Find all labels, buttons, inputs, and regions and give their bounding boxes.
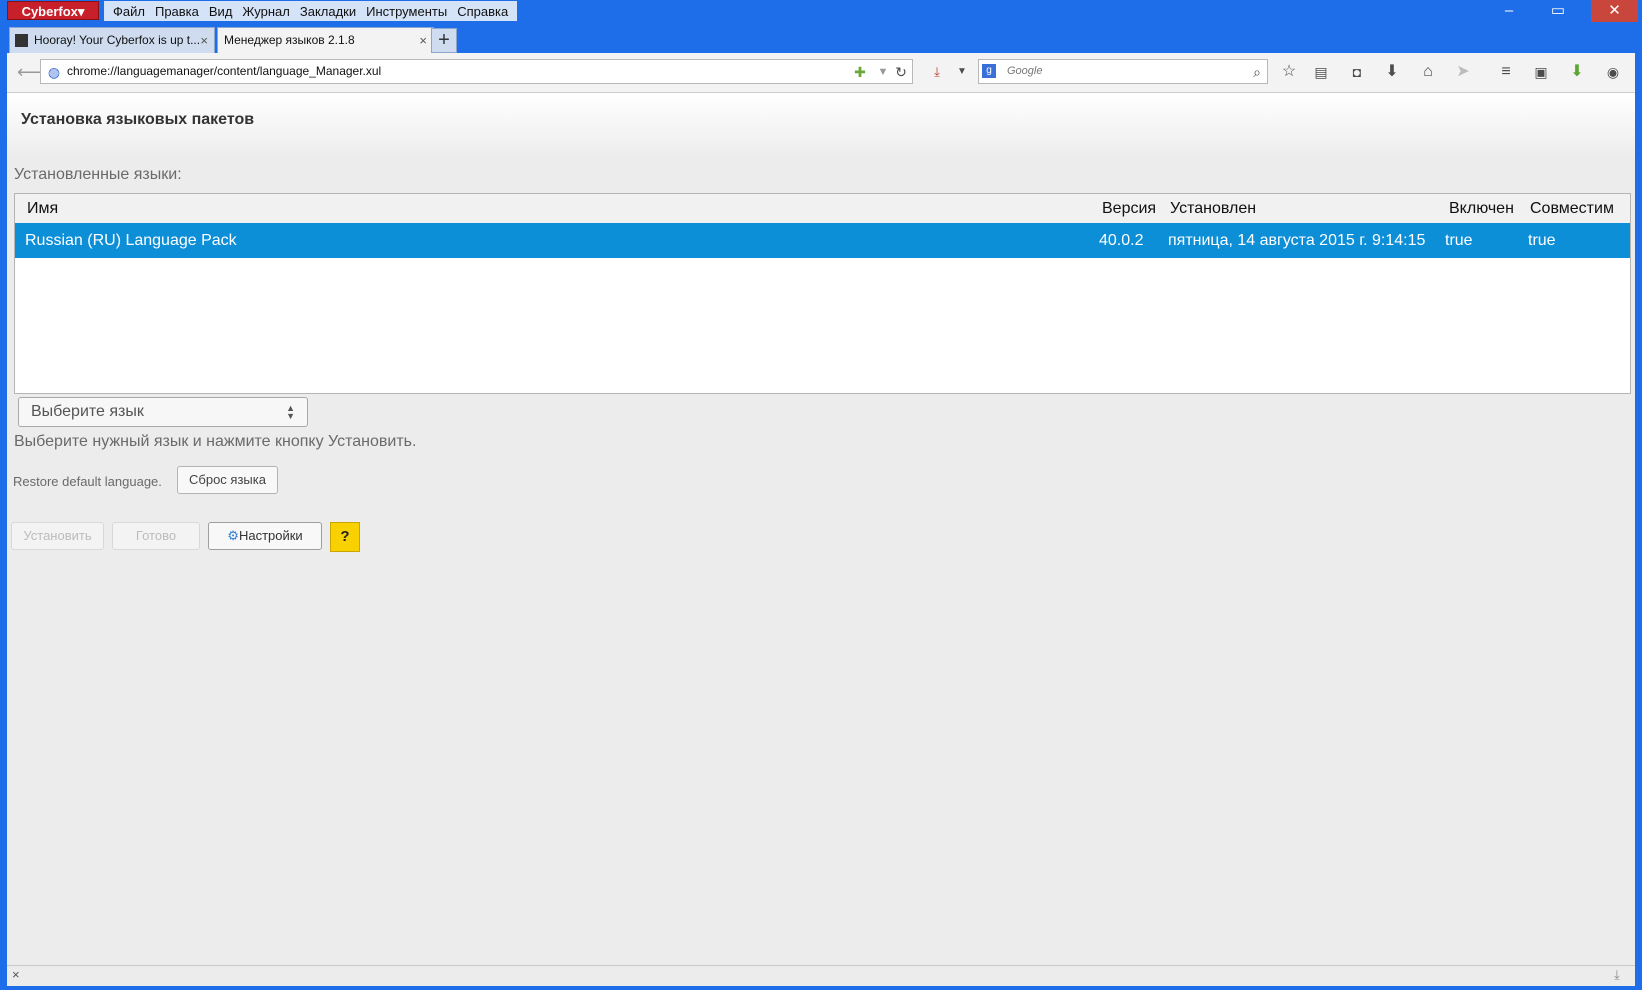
done-button[interactable]: Готово [112, 522, 200, 550]
page-title: Установка языковых пакетов [21, 111, 255, 128]
reset-language-button[interactable]: Сброс языка [177, 466, 278, 494]
back-icon[interactable]: ⟵ [17, 63, 43, 81]
share-icon[interactable]: ➤ [1454, 63, 1472, 81]
column-version[interactable]: Версия [1102, 194, 1156, 223]
tab-language-manager[interactable]: Менеджер языков 2.1.8 × [217, 27, 434, 53]
gear-icon: ⚙ [227, 528, 239, 543]
menu-bar: Файл Правка Вид Журнал Закладки Инструме… [104, 1, 518, 21]
column-enabled[interactable]: Включен [1449, 194, 1514, 223]
site-favicon-icon [15, 34, 28, 47]
settings-label: Настройки [238, 528, 303, 543]
cell-compatible: true [1528, 232, 1556, 249]
select-arrows-icon: ▲ ▼ [286, 403, 295, 421]
reading-list-icon[interactable]: ▤ [1312, 63, 1330, 81]
google-engine-icon[interactable]: g [982, 64, 996, 78]
url-text: chrome://languagemanager/content/languag… [67, 64, 382, 78]
tab-cyberfox-update[interactable]: Hooray! Your Cyberfox is up t... × [9, 27, 215, 53]
menu-edit[interactable]: Правка [155, 4, 199, 19]
languages-table[interactable]: Имя Версия Установлен Включен Совместим … [14, 193, 1631, 394]
dropdown-arrow-icon[interactable]: ▼ [874, 63, 892, 81]
url-bar[interactable]: chrome://languagemanager/content/languag… [40, 59, 913, 84]
maximize-button[interactable]: ▭ [1535, 0, 1581, 22]
cell-enabled: true [1445, 232, 1473, 249]
addon-button-icon[interactable]: ◉ [1604, 63, 1622, 81]
tab-bar: Hooray! Your Cyberfox is up t... × Менед… [7, 24, 1635, 53]
menu-bookmarks[interactable]: Закладки [300, 4, 356, 19]
menu-view[interactable]: Вид [209, 4, 233, 19]
app-menu-button[interactable]: Cyberfox▾ [7, 1, 99, 20]
download-blocked-icon[interactable]: ⤓ [928, 63, 946, 81]
minimize-button[interactable]: – [1486, 0, 1532, 22]
tab-title: Менеджер языков 2.1.8 [224, 33, 355, 47]
status-bar [7, 965, 1635, 986]
downloads-icon[interactable]: ⬇ [1383, 63, 1401, 81]
reload-icon[interactable]: ↻ [892, 63, 910, 81]
search-icon[interactable]: ⌕ [1248, 63, 1266, 81]
language-select-value: Выберите язык [31, 403, 144, 420]
install-hint: Выберите нужный язык и нажмите кнопку Ус… [14, 433, 417, 450]
menu-file[interactable]: Файл [113, 4, 145, 19]
hamburger-menu-icon[interactable]: ≡ [1497, 63, 1515, 81]
cell-name: Russian (RU) Language Pack [25, 232, 237, 249]
install-button[interactable]: Установить [11, 522, 104, 550]
column-installed[interactable]: Установлен [1170, 194, 1256, 223]
table-header: Имя Версия Установлен Включен Совместим [15, 194, 1630, 223]
addon-puzzle-icon[interactable]: ✚ [851, 63, 869, 81]
status-download-icon[interactable]: ⤓ [1614, 967, 1620, 983]
screenshot-icon[interactable]: ▣ [1532, 63, 1550, 81]
close-window-button[interactable]: ✕ [1591, 0, 1638, 22]
close-icon[interactable]: × [12, 967, 20, 982]
new-tab-button[interactable]: + [431, 28, 457, 53]
tab-title: Hooray! Your Cyberfox is up t... [34, 33, 201, 47]
pocket-icon[interactable]: ◘ [1348, 63, 1366, 81]
search-input[interactable]: Google [978, 59, 1268, 84]
globe-icon: ◍ [47, 64, 61, 80]
help-button[interactable]: ? [330, 522, 360, 552]
tab-close-icon[interactable]: × [419, 28, 427, 53]
cell-installed: пятница, 14 августа 2015 г. 9:14:15 [1168, 232, 1426, 249]
dropdown-arrow-icon[interactable]: ▼ [953, 63, 971, 81]
menu-tools[interactable]: Инструменты [366, 4, 447, 19]
restore-default-label: Restore default language. [13, 474, 162, 489]
settings-button[interactable]: ⚙Настройки [208, 522, 322, 550]
tab-close-icon[interactable]: × [200, 28, 208, 53]
column-name[interactable]: Имя [27, 194, 58, 223]
home-icon[interactable]: ⌂ [1419, 63, 1437, 81]
bookmark-star-icon[interactable]: ☆ [1280, 63, 1298, 81]
menu-history[interactable]: Журнал [242, 4, 289, 19]
installed-languages-label: Установленные языки: [14, 166, 182, 183]
download-helper-icon[interactable]: ⬇ [1568, 63, 1586, 81]
column-compatible[interactable]: Совместим [1530, 194, 1614, 223]
menu-help[interactable]: Справка [457, 4, 508, 19]
cell-version: 40.0.2 [1099, 232, 1144, 249]
language-select[interactable]: Выберите язык ▲ ▼ [18, 397, 308, 427]
search-placeholder: Google [1007, 65, 1043, 77]
table-row[interactable]: Russian (RU) Language Pack 40.0.2 пятниц… [15, 223, 1630, 258]
